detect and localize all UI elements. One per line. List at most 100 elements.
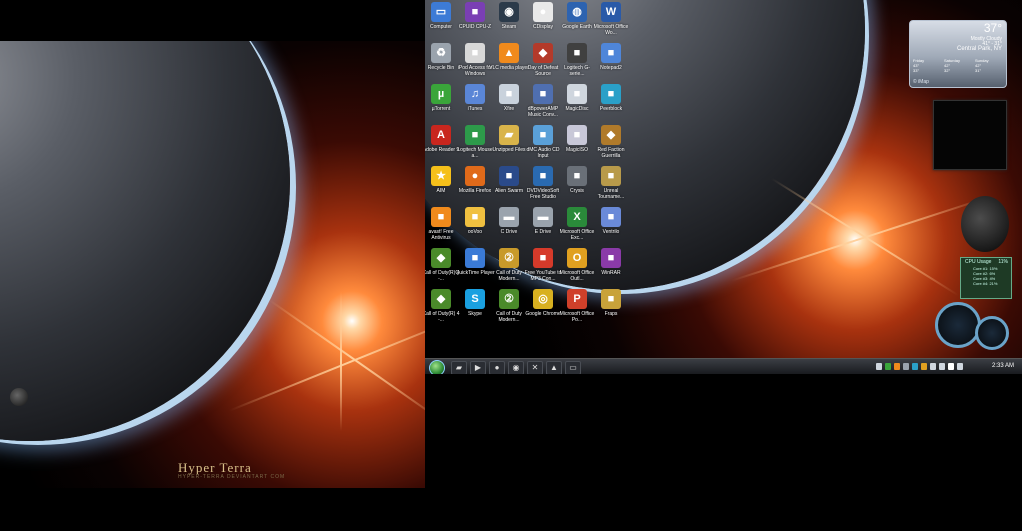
- start-button[interactable]: [429, 360, 445, 374]
- slideshow-gadget[interactable]: [933, 100, 1007, 170]
- forecast-day-3: Sunday 42° 31°: [975, 58, 989, 73]
- chrome-icon: ◎: [533, 289, 553, 309]
- system-tray: 2:33 AM: [872, 359, 1022, 374]
- sun-ray: [229, 312, 425, 412]
- dvd-icon: ■: [533, 166, 553, 186]
- taskbar-clock[interactable]: 2:33 AM: [992, 363, 1014, 369]
- vlc-icon: ▲: [499, 43, 519, 63]
- desktop-icon[interactable]: ■ Fraps: [591, 289, 631, 317]
- desktop-icon-label: Notepad2: [600, 65, 622, 71]
- drive-meter-gadget[interactable]: [935, 302, 1011, 354]
- sun-ray: [268, 298, 425, 422]
- tray-icon[interactable]: [939, 363, 945, 370]
- youtube-mp3-icon: ■: [533, 248, 553, 268]
- tray-icon[interactable]: [930, 363, 936, 370]
- forecast-day-2: Saturday 42° 32°: [944, 58, 961, 73]
- tray-icon[interactable]: [903, 363, 909, 370]
- tray-icon[interactable]: [957, 363, 963, 370]
- taskbar-button-steam-icon[interactable]: ◉: [508, 361, 524, 374]
- tray-icon[interactable]: [921, 363, 927, 370]
- small-moon-image: [10, 388, 28, 406]
- cpu-meter-gadget[interactable]: CPU Usage 11% Core #1: 15% Core #2: 6% C…: [960, 257, 1012, 299]
- speech-bubble-icon: ●: [533, 2, 553, 22]
- winrar-icon: ■: [601, 248, 621, 268]
- magiciso-icon: ■: [567, 125, 587, 145]
- tray-icon[interactable]: [894, 363, 900, 370]
- cpu-meter-percent: 11%: [998, 259, 1008, 265]
- unreal-icon: ■: [601, 166, 621, 186]
- desktop-icon-label: Ventrilo: [602, 229, 620, 235]
- taskbar-button-media-icon[interactable]: ▶: [470, 361, 486, 374]
- game-icon: ◆: [431, 289, 451, 309]
- desktop-icon[interactable]: ■ Notepad2: [591, 43, 631, 71]
- adobe-reader-icon: A: [431, 125, 451, 145]
- desktop-icon-label: Fraps: [604, 311, 618, 317]
- logitech-icon: ■: [567, 43, 587, 63]
- utorrent-icon: µ: [431, 84, 451, 104]
- crysis-icon: ■: [567, 166, 587, 186]
- desktop-icon-label: Red Faction Guerrilla: [597, 147, 625, 159]
- desktop-icon[interactable]: ◆ Red Faction Guerrilla: [591, 125, 631, 159]
- game-icon: ◆: [601, 125, 621, 145]
- globe-icon: ◍: [567, 2, 587, 22]
- right-monitor-desktop: ▭ Computer ■ CPUID CPU-Z ◉ Steam ● CDisplay ◍ Goo…: [425, 0, 1022, 374]
- tray-icon[interactable]: [948, 363, 954, 370]
- desktop-icon[interactable]: ■ WinRAR: [591, 248, 631, 276]
- fraps-icon: ■: [601, 289, 621, 309]
- left-monitor-wallpaper: Hyper Terra HYPER-TERRA DEVIANTART COM: [0, 41, 425, 488]
- outlook-icon: O: [567, 248, 587, 268]
- taskbar-button-xfire-icon[interactable]: ✕: [527, 361, 543, 374]
- tray-icon[interactable]: [876, 363, 882, 370]
- music-converter-icon: ■: [533, 84, 553, 104]
- tray-icon[interactable]: [912, 363, 918, 370]
- gauge-dial: [935, 302, 981, 348]
- tray-icon[interactable]: [885, 363, 891, 370]
- planet-image: [0, 41, 290, 441]
- taskbar-button-firefox-icon[interactable]: ●: [489, 361, 505, 374]
- notepad-icon: ■: [601, 43, 621, 63]
- desktop-icon[interactable]: ■ Ventrilo: [591, 207, 631, 235]
- drive-icon: ▬: [533, 207, 553, 227]
- desktop-icon[interactable]: ■ Peerblock: [591, 84, 631, 112]
- taskbar-button-monitor-icon[interactable]: ▭: [565, 361, 581, 374]
- oovoo-icon: ■: [465, 207, 485, 227]
- cd-icon: ■: [533, 125, 553, 145]
- cpu-meter-title: CPU Usage: [965, 259, 992, 265]
- excel-icon: X: [567, 207, 587, 227]
- taskbar-button-folder-icon[interactable]: ▰: [451, 361, 467, 374]
- ipod-icon: ■: [465, 43, 485, 63]
- firefox-icon: ●: [465, 166, 485, 186]
- avast-icon: ■: [431, 207, 451, 227]
- folder-icon: ▰: [499, 125, 519, 145]
- alien-swarm-icon: ■: [499, 166, 519, 186]
- skype-icon: S: [465, 289, 485, 309]
- desktop-icon-label: WinRAR: [601, 270, 621, 276]
- cpu-core-4: Core #4: 21%: [973, 281, 998, 286]
- itunes-icon: ♫: [465, 84, 485, 104]
- powerpoint-icon: P: [567, 289, 587, 309]
- quicktime-icon: ■: [465, 248, 485, 268]
- mouse-icon: ■: [465, 125, 485, 145]
- weather-gadget[interactable]: 37° Mostly Cloudy 41° - 31° Central Park…: [909, 20, 1007, 88]
- wallpaper-credit: HYPER-TERRA DEVIANTART COM: [178, 474, 286, 480]
- desktop-icon[interactable]: ■ Unreal Tourname...: [591, 166, 631, 200]
- cpuz-icon: ■: [465, 2, 485, 22]
- weather-temperature: 37°: [983, 21, 1002, 35]
- ventrilo-icon: ■: [601, 207, 621, 227]
- weather-source: © iMap: [913, 79, 929, 85]
- taskbar-button-vlc-icon[interactable]: ▲: [546, 361, 562, 374]
- sun-ray: [771, 177, 959, 297]
- drive-icon: ▬: [499, 207, 519, 227]
- computer-icon: ▭: [431, 2, 451, 22]
- moon-phase-gadget[interactable]: [961, 196, 1009, 252]
- sun-ray: [340, 291, 342, 431]
- weather-location: Central Park, NY: [956, 46, 1002, 52]
- steam-icon: ◉: [499, 2, 519, 22]
- desktop-icon[interactable]: W Microsoft Office Wo...: [591, 2, 631, 36]
- game-icon: ◆: [533, 43, 553, 63]
- taskbar: ▰ ▶ ● ◉ ✕ ▲ ▭ 2:33 AM: [425, 358, 1022, 374]
- desktop-icon-label: Unreal Tourname...: [597, 188, 625, 200]
- aim-icon: ★: [431, 166, 451, 186]
- desktop-icon-label: Peerblock: [599, 106, 623, 112]
- cod-icon: ②: [499, 289, 519, 309]
